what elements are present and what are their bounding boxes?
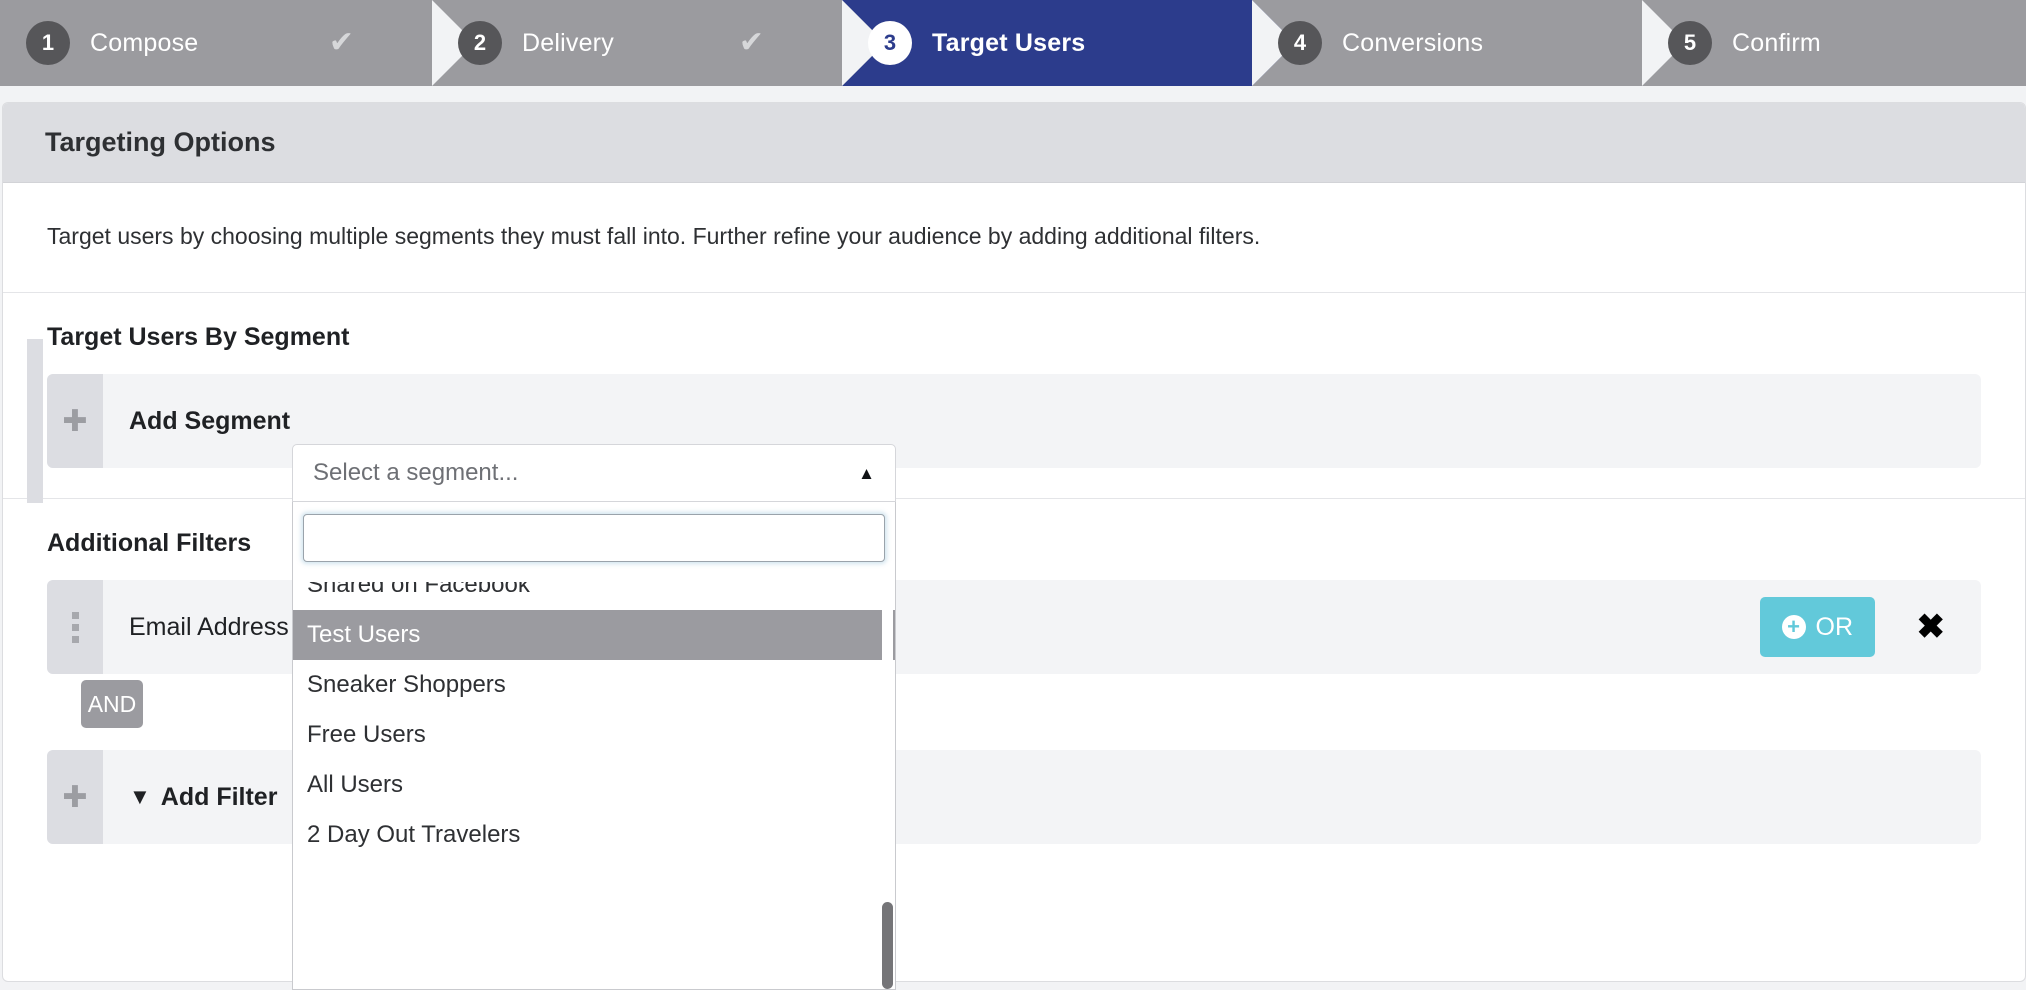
plus-circle-icon: +	[1781, 615, 1806, 639]
add-or-button[interactable]: + OR	[1759, 597, 1875, 657]
segment-list-scrollbar[interactable]	[882, 582, 893, 989]
funnel-icon: ▼	[129, 784, 151, 809]
segment-search-input[interactable]	[303, 514, 885, 562]
wizard-step-compose[interactable]: 1 Compose ✔	[0, 0, 475, 86]
row-connector	[27, 339, 43, 503]
wizard-step-number: 5	[1668, 21, 1712, 65]
wizard-step-conversions[interactable]: 4 Conversions	[1252, 0, 1685, 86]
plus-glyph: ✚	[62, 404, 88, 438]
wizard-step-label: Conversions	[1342, 28, 1484, 57]
wizard-step-label: Target Users	[932, 28, 1086, 57]
segment-option[interactable]: Sneaker Shoppers	[293, 660, 895, 710]
wizard-step-label: Delivery	[522, 28, 614, 57]
drag-dots	[71, 611, 79, 643]
segment-option[interactable]: Shared on Facebook	[293, 582, 895, 610]
segment-option[interactable]: Free Users	[293, 710, 895, 760]
segment-dropdown[interactable]: Select a segment... ▲ Shared on Facebook…	[292, 444, 896, 990]
wizard-step-label: Compose	[90, 28, 199, 57]
add-segment-plus-icon[interactable]: ✚	[47, 374, 103, 468]
wizard-step-bar: 1 Compose ✔ 2 Delivery ✔ 3 Target Users …	[0, 0, 2026, 86]
add-filter-label-wrap: ▼ Add Filter	[103, 783, 301, 812]
check-icon: ✔	[328, 26, 354, 59]
wizard-step-delivery[interactable]: 2 Delivery ✔	[432, 0, 885, 86]
wizard-step-number: 1	[26, 21, 70, 65]
wizard-step-number: 3	[868, 21, 912, 65]
filter-row-label: Email Address	[129, 612, 289, 641]
wizard-step-number: 2	[458, 21, 502, 65]
drag-handle-icon[interactable]	[47, 580, 103, 674]
card-description: Target users by choosing multiple segmen…	[3, 183, 2025, 293]
and-conjunction-badge[interactable]: AND	[81, 680, 143, 728]
segment-option[interactable]: Test Users	[293, 610, 895, 660]
or-button-label: OR	[1815, 612, 1854, 641]
segment-option[interactable]: All Users	[293, 760, 895, 810]
add-segment-label: Add Segment	[129, 406, 291, 435]
segment-dropdown-value: Select a segment...	[313, 459, 519, 486]
wizard-step-label: Confirm	[1732, 28, 1821, 57]
wizard-step-target-users[interactable]: 3 Target Users	[842, 0, 1295, 86]
plus-glyph: ✚	[62, 780, 88, 814]
segment-option-list-inner: Shared on Facebook Test Users Sneaker Sh…	[293, 582, 895, 860]
add-filter-plus-icon[interactable]: ✚	[47, 750, 103, 844]
segment-option-list[interactable]: Shared on Facebook Test Users Sneaker Sh…	[293, 582, 895, 989]
card-header: Targeting Options	[3, 103, 2025, 183]
close-icon[interactable]: ✖	[1917, 610, 1946, 644]
wizard-step-confirm[interactable]: 5 Confirm	[1642, 0, 2026, 86]
page-title: Targeting Options	[45, 127, 276, 157]
segment-search-wrap	[293, 502, 895, 572]
segment-section-title: Target Users By Segment	[47, 323, 350, 351]
segment-option[interactable]: 2 Day Out Travelers	[293, 810, 895, 860]
add-filter-label: Add Filter	[160, 782, 278, 811]
check-icon: ✔	[738, 26, 764, 59]
chevron-up-icon: ▲	[858, 463, 875, 483]
segment-dropdown-control[interactable]: Select a segment... ▲	[292, 444, 896, 502]
segment-dropdown-panel: Shared on Facebook Test Users Sneaker Sh…	[292, 502, 896, 990]
wizard-step-number: 4	[1278, 21, 1322, 65]
